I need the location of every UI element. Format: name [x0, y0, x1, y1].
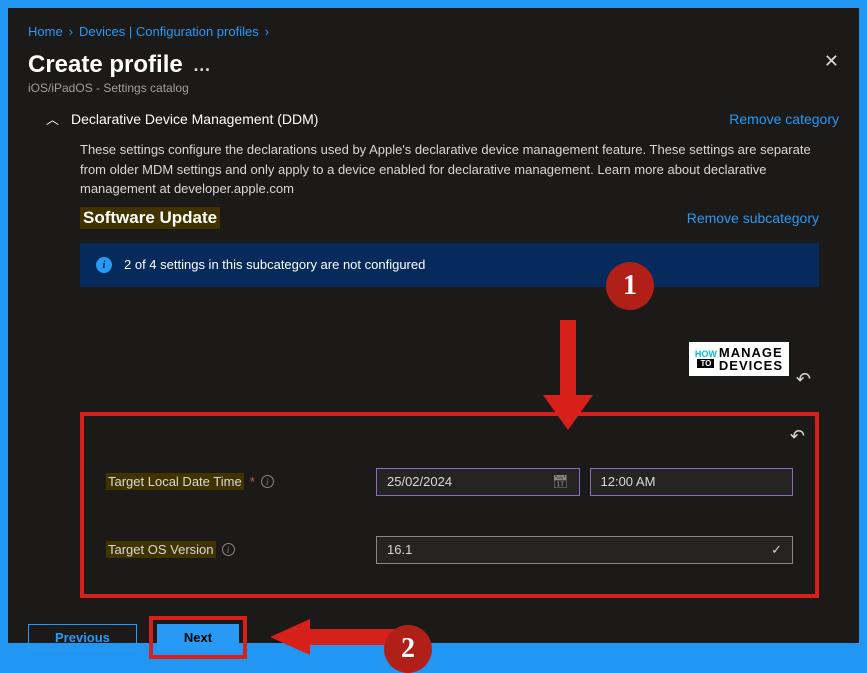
create-profile-panel: Home › Devices | Configuration profiles … [8, 8, 859, 643]
section-description: These settings configure the declaration… [28, 140, 839, 199]
calendar-icon[interactable]: 📅︎ [552, 474, 569, 490]
target-time-input[interactable]: 12:00 AM [590, 468, 794, 496]
check-icon: ✓ [771, 542, 782, 558]
breadcrumb: Home › Devices | Configuration profiles … [28, 24, 839, 39]
section-title: Declarative Device Management (DDM) [71, 111, 318, 127]
annotation-arrow-2 [265, 617, 395, 657]
footer: Previous Next 2 [28, 598, 839, 659]
target-version-label: Target OS Version i [106, 541, 366, 558]
annotation-highlight-next: Next [149, 616, 247, 659]
info-tooltip-icon[interactable]: i [222, 543, 235, 556]
target-version-input[interactable]: 16.1 ✓ [376, 536, 793, 564]
chevron-right-icon: › [265, 24, 269, 39]
annotation-highlight-box: ↶ Target Local Date Time * i 25/02/2024 … [80, 412, 819, 598]
info-icon: i [96, 257, 112, 273]
info-banner-text: 2 of 4 settings in this subcategory are … [124, 257, 425, 272]
undo-icon[interactable]: ↶ [796, 369, 811, 390]
page-title: Create profile … [28, 51, 213, 79]
next-button[interactable]: Next [157, 624, 239, 651]
content-body: HOW TO MANAGE DEVICES ↶ 1 ↶ Target Local… [28, 287, 839, 598]
target-date-label: Target Local Date Time * i [106, 473, 366, 490]
breadcrumb-devices[interactable]: Devices | Configuration profiles [79, 24, 259, 39]
section-header: ︿ Declarative Device Management (DDM) Re… [28, 109, 839, 128]
chevron-up-icon[interactable]: ︿ [46, 109, 59, 128]
breadcrumb-home[interactable]: Home [28, 24, 63, 39]
target-date-input[interactable]: 25/02/2024 📅︎ [376, 468, 580, 496]
more-icon[interactable]: … [193, 56, 213, 74]
page-subtitle: iOS/iPadOS - Settings catalog [28, 81, 213, 95]
watermark-logo: HOW TO MANAGE DEVICES [689, 342, 789, 376]
info-tooltip-icon[interactable]: i [261, 475, 274, 488]
remove-subcategory-link[interactable]: Remove subcategory [687, 210, 819, 226]
subsection-title: Software Update [80, 207, 220, 229]
annotation-badge-2: 2 [384, 625, 432, 673]
close-icon[interactable]: ✕ [824, 51, 839, 72]
previous-button[interactable]: Previous [28, 624, 137, 651]
remove-category-link[interactable]: Remove category [729, 111, 839, 127]
info-banner: i 2 of 4 settings in this subcategory ar… [80, 243, 819, 287]
chevron-right-icon: › [69, 24, 73, 39]
annotation-badge-1: 1 [606, 262, 654, 310]
undo-icon[interactable]: ↶ [790, 426, 805, 447]
